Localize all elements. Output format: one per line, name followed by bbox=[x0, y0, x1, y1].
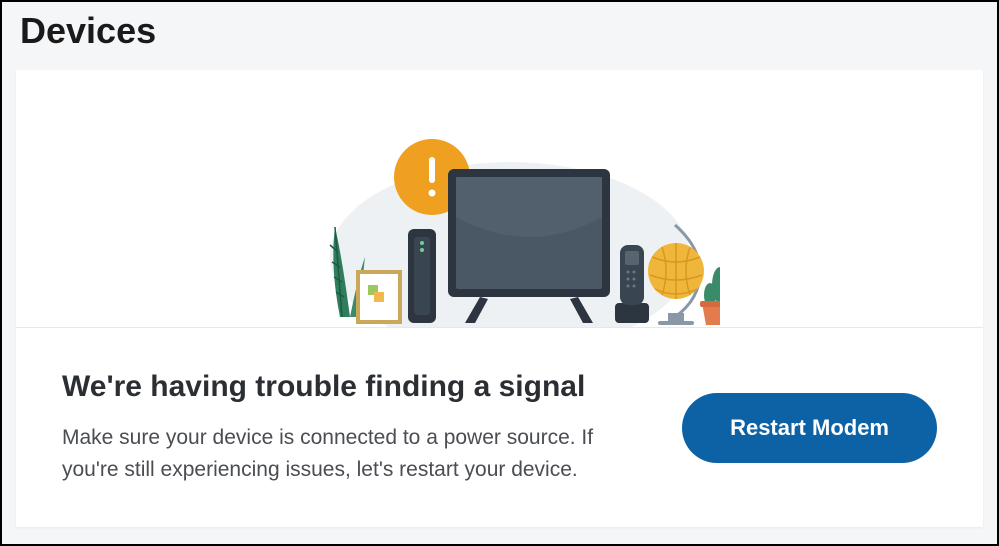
message-body: Make sure your device is connected to a … bbox=[62, 422, 652, 485]
message-heading: We're having trouble finding a signal bbox=[62, 370, 652, 404]
page-header: Devices bbox=[2, 2, 997, 70]
page-title: Devices bbox=[20, 10, 979, 52]
message-text-block: We're having trouble finding a signal Ma… bbox=[62, 370, 682, 485]
devices-card: We're having trouble finding a signal Ma… bbox=[16, 70, 983, 527]
illustration-area bbox=[16, 70, 983, 328]
message-area: We're having trouble finding a signal Ma… bbox=[16, 328, 983, 527]
devices-illustration-icon bbox=[280, 117, 720, 327]
restart-modem-button[interactable]: Restart Modem bbox=[682, 393, 937, 463]
